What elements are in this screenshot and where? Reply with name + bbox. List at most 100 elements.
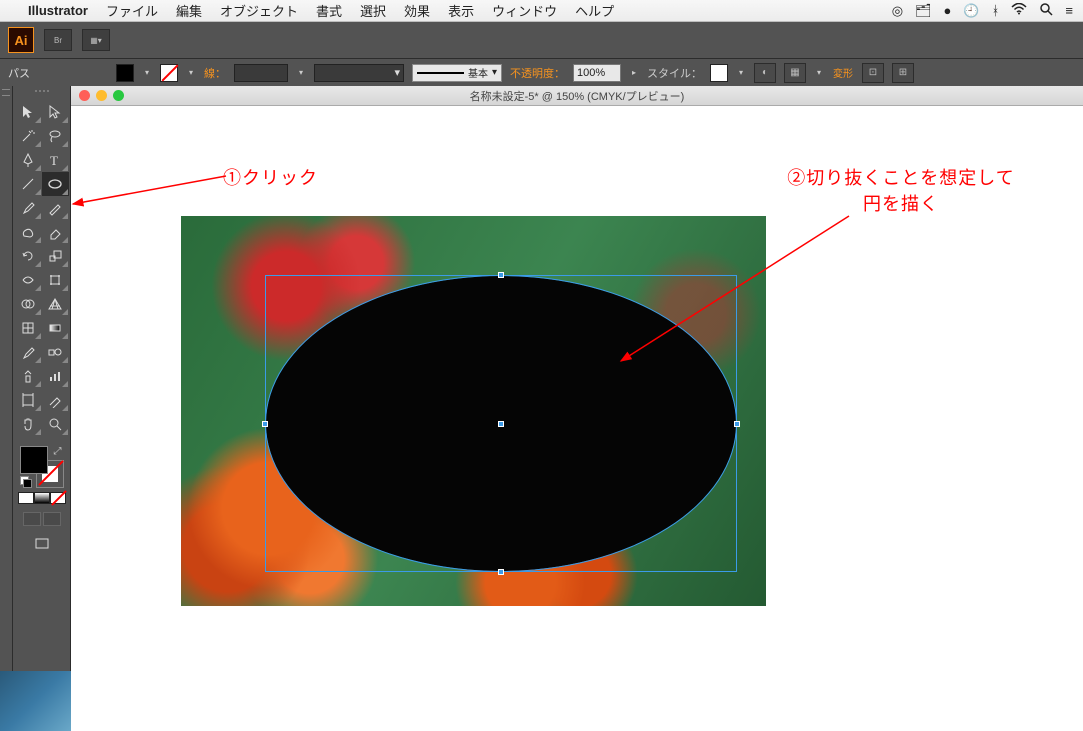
menu-view[interactable]: 表示 bbox=[448, 1, 474, 20]
scale-tool[interactable] bbox=[42, 244, 69, 268]
pencil-tool[interactable] bbox=[42, 196, 69, 220]
style-dropdown-icon[interactable]: ▾ bbox=[736, 65, 746, 81]
blob-brush-tool[interactable] bbox=[15, 220, 42, 244]
stroke-weight-dropdown-icon[interactable]: ▾ bbox=[296, 65, 306, 81]
brush-definition[interactable]: 基本▾ bbox=[412, 64, 502, 82]
status-icon-2[interactable]: ● bbox=[944, 3, 952, 18]
fill-swatch[interactable] bbox=[116, 64, 134, 82]
window-zoom-icon[interactable] bbox=[113, 90, 124, 101]
menu-window[interactable]: ウィンドウ bbox=[492, 1, 557, 20]
edit-icon[interactable]: ⊞ bbox=[892, 63, 914, 83]
graphic-style-swatch[interactable] bbox=[710, 64, 728, 82]
creative-cloud-icon[interactable]: ◎ bbox=[892, 3, 903, 19]
annotation-arrow-2 bbox=[611, 211, 871, 371]
menu-select[interactable]: 選択 bbox=[360, 1, 386, 20]
line-segment-tool[interactable] bbox=[15, 172, 42, 196]
mesh-tool[interactable] bbox=[15, 316, 42, 340]
color-mode-solid[interactable] bbox=[18, 492, 34, 504]
annotation-text-1: ①クリック bbox=[223, 164, 318, 190]
shape-builder-tool[interactable] bbox=[15, 292, 42, 316]
gradient-tool[interactable] bbox=[42, 316, 69, 340]
selection-type-label: パス bbox=[8, 65, 108, 81]
variable-width-profile[interactable]: ▾ bbox=[314, 64, 404, 82]
window-minimize-icon[interactable] bbox=[96, 90, 107, 101]
opacity-input[interactable] bbox=[573, 64, 621, 82]
svg-text:T: T bbox=[50, 153, 58, 168]
direct-selection-tool[interactable] bbox=[42, 100, 69, 124]
bridge-icon[interactable]: Br bbox=[44, 29, 72, 51]
menu-type[interactable]: 書式 bbox=[316, 1, 342, 20]
document-title: 名称未設定-5* @ 150% (CMYK/プレビュー) bbox=[470, 88, 685, 104]
panel-collapse-strip[interactable] bbox=[0, 86, 13, 731]
wifi-icon[interactable] bbox=[1011, 3, 1027, 18]
status-icon[interactable]: 🗂 bbox=[915, 3, 932, 19]
blend-tool[interactable] bbox=[42, 340, 69, 364]
arrange-documents-icon[interactable]: ▦▾ bbox=[82, 29, 110, 51]
eraser-tool[interactable] bbox=[42, 220, 69, 244]
stroke-dropdown-icon[interactable]: ▾ bbox=[186, 65, 196, 81]
opacity-dropdown-icon[interactable]: ▸ bbox=[629, 65, 639, 81]
annotation-text-2: ②切り抜くことを想定して 円を描く bbox=[751, 164, 1051, 216]
perspective-grid-tool[interactable] bbox=[42, 292, 69, 316]
mac-menubar: Illustrator ファイル 編集 オブジェクト 書式 選択 効果 表示 ウ… bbox=[0, 0, 1083, 22]
menu-effect[interactable]: 効果 bbox=[404, 1, 430, 20]
eyedropper-tool[interactable] bbox=[15, 340, 42, 364]
paintbrush-tool[interactable] bbox=[15, 196, 42, 220]
type-tool[interactable]: T bbox=[42, 148, 69, 172]
window-close-icon[interactable] bbox=[79, 90, 90, 101]
free-transform-tool[interactable] bbox=[42, 268, 69, 292]
spotlight-icon[interactable] bbox=[1039, 2, 1053, 19]
isolate-icon[interactable]: ⊡ bbox=[862, 63, 884, 83]
change-screen-mode[interactable] bbox=[28, 532, 55, 556]
fill-dropdown-icon[interactable]: ▾ bbox=[142, 65, 152, 81]
rotate-tool[interactable] bbox=[15, 244, 42, 268]
menu-extra-icon[interactable]: ≡ bbox=[1065, 3, 1073, 18]
opacity-label: 不透明度： bbox=[510, 65, 565, 81]
ellipse-tool[interactable] bbox=[42, 172, 69, 196]
default-fill-stroke-icon[interactable] bbox=[20, 476, 32, 488]
symbol-sprayer-tool[interactable] bbox=[15, 364, 42, 388]
swap-fill-stroke-icon[interactable]: ⤢ bbox=[54, 446, 62, 457]
align-icon[interactable]: ▦ bbox=[784, 63, 806, 83]
menu-edit[interactable]: 編集 bbox=[176, 1, 202, 20]
color-mode-gradient[interactable] bbox=[34, 492, 50, 504]
app-menu[interactable]: Illustrator bbox=[28, 3, 88, 18]
lasso-tool[interactable] bbox=[42, 124, 69, 148]
recolor-artwork-icon[interactable]: ◐ bbox=[754, 63, 776, 83]
stroke-label: 線： bbox=[204, 65, 226, 81]
magic-wand-tool[interactable] bbox=[15, 124, 42, 148]
transform-label[interactable]: 変形 bbox=[832, 63, 854, 83]
screen-mode-buttons bbox=[23, 512, 61, 526]
fill-indicator[interactable] bbox=[20, 446, 48, 474]
pen-tool[interactable] bbox=[15, 148, 42, 172]
column-graph-tool[interactable] bbox=[42, 364, 69, 388]
zoom-tool[interactable] bbox=[42, 412, 69, 436]
fill-stroke-indicator[interactable]: ⤢ bbox=[20, 446, 64, 488]
bluetooth-icon[interactable]: ᚼ bbox=[992, 3, 1000, 18]
workspace: T bbox=[0, 86, 1083, 731]
illustrator-logo-icon: Ai bbox=[8, 27, 34, 53]
color-mode-buttons bbox=[18, 492, 66, 504]
width-tool[interactable] bbox=[15, 268, 42, 292]
align-dropdown-icon[interactable]: ▾ bbox=[814, 65, 824, 81]
tools-panel: T bbox=[13, 86, 71, 731]
color-mode-none[interactable] bbox=[50, 492, 66, 504]
artboard-tool[interactable] bbox=[15, 388, 42, 412]
control-bar: パス ▾ ▾ 線： ▾ ▾ 基本▾ 不透明度： ▸ スタイル： ▾ ◐ ▦▾ 変… bbox=[0, 58, 1083, 86]
slice-tool[interactable] bbox=[42, 388, 69, 412]
canvas[interactable]: ①クリック ②切り抜くことを想定して 円を描く bbox=[71, 106, 1083, 731]
menubar-status-icons: ◎ 🗂 ● 🕘 ᚼ ≡ bbox=[892, 2, 1073, 19]
menu-object[interactable]: オブジェクト bbox=[220, 1, 298, 20]
annotation-text-2-line1: ②切り抜くことを想定して bbox=[751, 164, 1051, 190]
stroke-swatch[interactable] bbox=[160, 64, 178, 82]
menu-help[interactable]: ヘルプ bbox=[575, 1, 614, 20]
tools-grip[interactable] bbox=[22, 90, 62, 98]
stroke-weight-input[interactable] bbox=[234, 64, 288, 82]
clock-icon[interactable]: 🕘 bbox=[963, 3, 979, 19]
hand-tool[interactable] bbox=[15, 412, 42, 436]
menu-file[interactable]: ファイル bbox=[106, 1, 158, 20]
draw-behind-icon[interactable] bbox=[43, 512, 61, 526]
document-window: 名称未設定-5* @ 150% (CMYK/プレビュー) ①クリック bbox=[71, 86, 1083, 731]
selection-tool[interactable] bbox=[15, 100, 42, 124]
draw-normal-icon[interactable] bbox=[23, 512, 41, 526]
